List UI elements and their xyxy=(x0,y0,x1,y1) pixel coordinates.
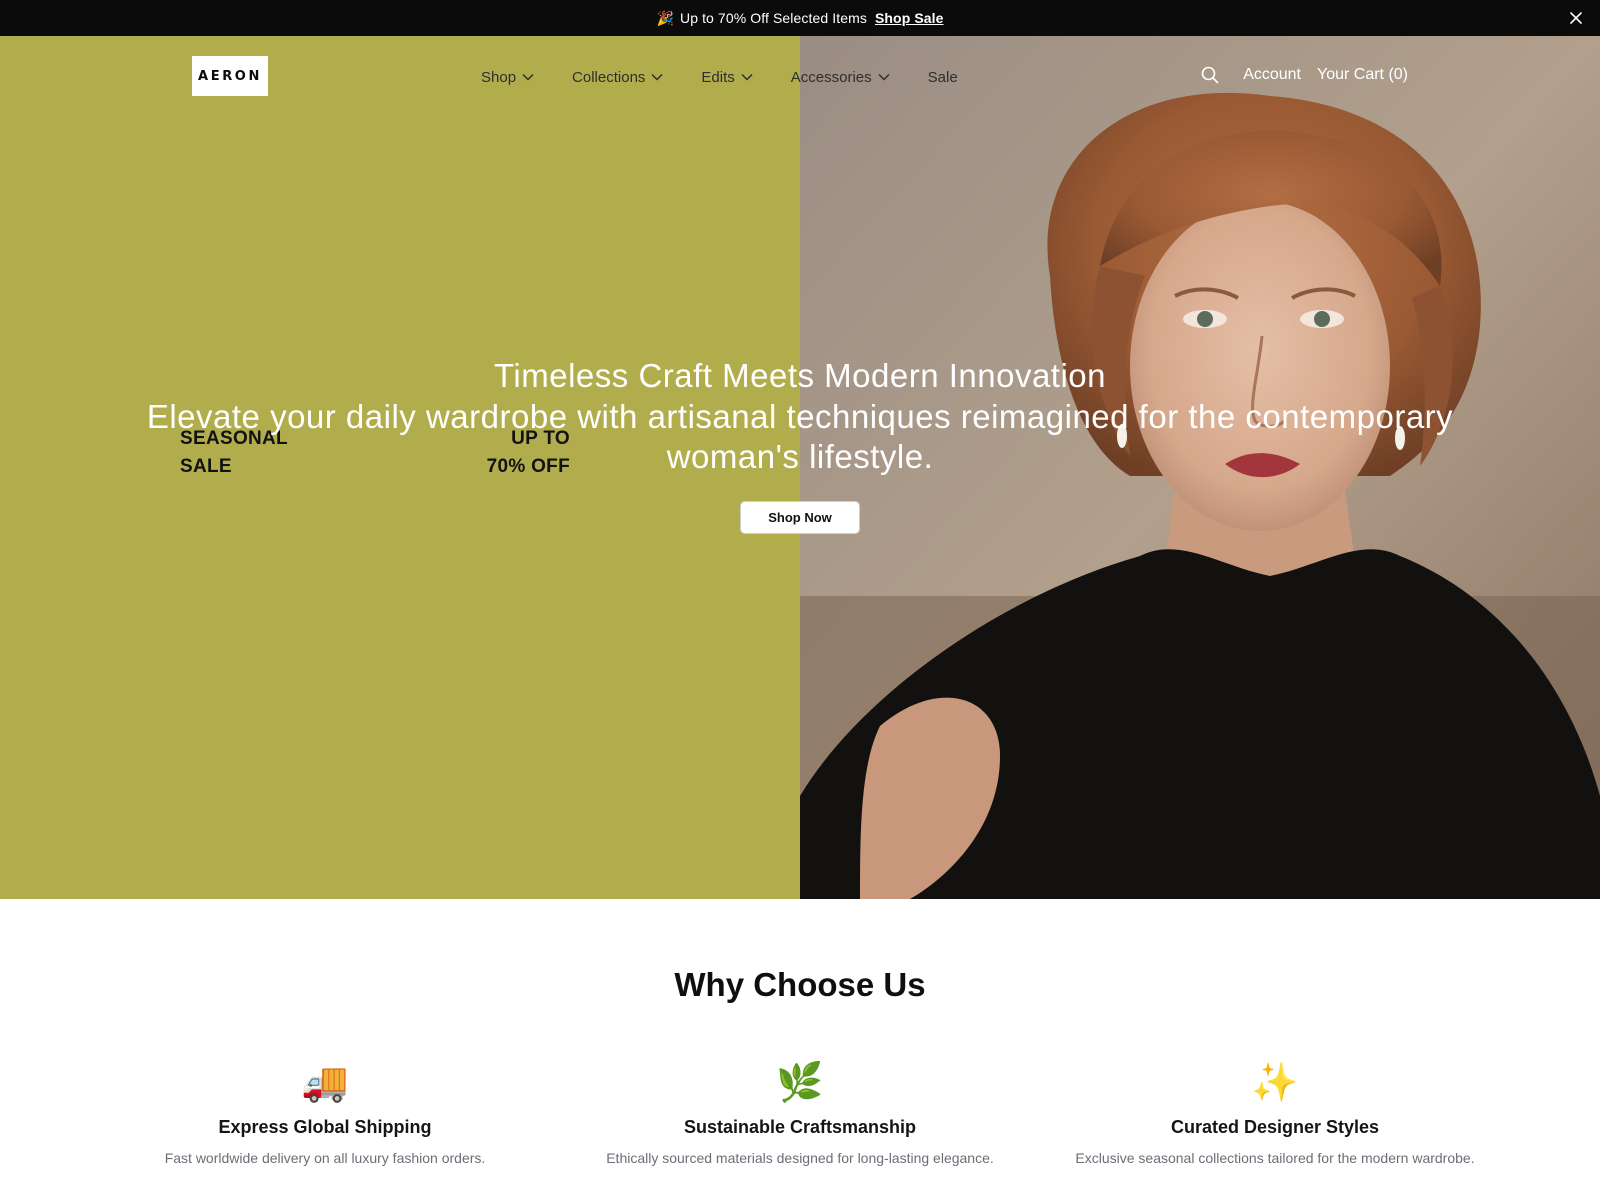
feature-title: Sustainable Craftsmanship xyxy=(683,1117,917,1137)
feature-curated: ✨ Curated Designer Styles Exclusive seas… xyxy=(1040,1059,1510,1166)
leaf-icon: 🌿 xyxy=(776,1062,824,1104)
chevron-down-icon xyxy=(522,73,534,81)
feature-title: Express Global Shipping xyxy=(218,1117,432,1137)
account-link[interactable]: Account xyxy=(1243,66,1301,84)
shop-now-button[interactable]: Shop Now xyxy=(740,501,860,534)
nav-item-label: Shop xyxy=(481,68,517,86)
announcement-bar: 🎉 Up to 70% Off Selected Items Shop Sale xyxy=(0,0,1600,36)
search-icon[interactable] xyxy=(1199,64,1221,86)
nav-item-label: Edits xyxy=(701,68,735,86)
feature-description: Exclusive seasonal collections tailored … xyxy=(1075,1150,1475,1166)
feature-description: Fast worldwide delivery on all luxury fa… xyxy=(164,1150,486,1166)
nav-item-shop[interactable]: Shop xyxy=(481,69,534,86)
nav-item-sale[interactable]: Sale xyxy=(928,69,958,86)
section-title: Why Choose Us xyxy=(674,966,926,1003)
delivery-truck-icon: 🚚 xyxy=(301,1062,349,1104)
nav-item-label: Collections xyxy=(572,68,646,86)
cart-link[interactable]: Your Cart (0) xyxy=(1317,66,1408,84)
hero-copy: Timeless Craft Meets Modern Innovation E… xyxy=(0,355,1600,534)
party-popper-icon: 🎉 xyxy=(656,9,674,26)
chevron-down-icon xyxy=(741,73,753,81)
nav-item-label: Sale xyxy=(927,68,958,86)
feature-description: Ethically sourced materials designed for… xyxy=(606,1150,994,1166)
site-header: AERON Shop Collections Edits Accessories… xyxy=(0,36,1600,116)
feature-sustainable: 🌿 Sustainable Craftsmanship Ethically so… xyxy=(565,1059,1035,1166)
feature-title: Curated Designer Styles xyxy=(1170,1117,1380,1137)
main-nav: Shop Collections Edits Accessories Sale xyxy=(481,66,958,88)
chevron-down-icon xyxy=(651,73,663,81)
nav-item-label: Accessories xyxy=(790,68,872,86)
chevron-down-icon xyxy=(878,73,890,81)
hero-title: Timeless Craft Meets Modern Innovation xyxy=(493,357,1107,394)
close-icon[interactable] xyxy=(1566,8,1586,28)
why-choose-us-section: Why Choose Us 🚚 Express Global Shipping … xyxy=(0,899,1600,1200)
brand-logo[interactable]: AERON xyxy=(192,56,268,96)
sparkles-icon: ✨ xyxy=(1251,1062,1299,1104)
nav-item-edits[interactable]: Edits xyxy=(701,68,753,86)
shop-sale-link[interactable]: Shop Sale xyxy=(875,10,944,26)
header-actions: Account Your Cart (0) xyxy=(1199,64,1408,86)
hero-subtitle: Elevate your daily wardrobe with artisan… xyxy=(146,398,1454,475)
announcement-text: Up to 70% Off Selected Items xyxy=(679,10,867,26)
nav-item-collections[interactable]: Collections xyxy=(572,69,663,86)
feature-shipping: 🚚 Express Global Shipping Fast worldwide… xyxy=(90,1059,560,1166)
nav-item-accessories[interactable]: Accessories xyxy=(791,69,890,86)
